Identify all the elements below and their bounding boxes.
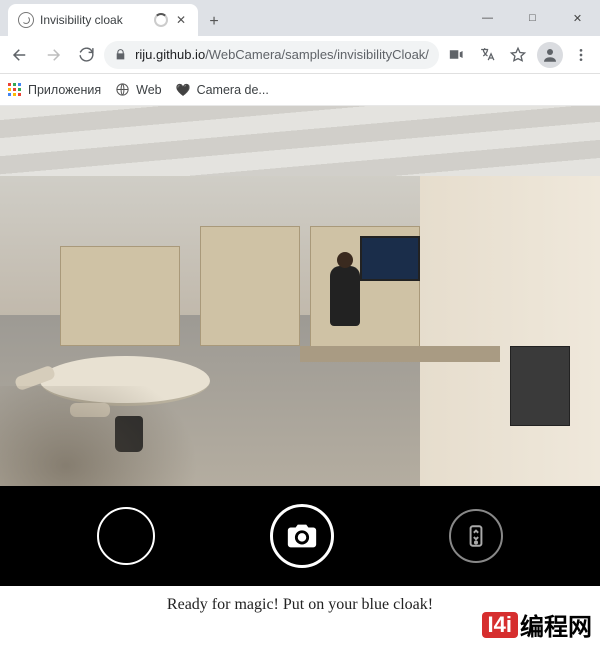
url-host: riju.github.io — [135, 47, 205, 62]
person-icon — [541, 46, 559, 64]
tab-close-button[interactable]: ✕ — [174, 13, 188, 27]
tab-loading-spinner-icon — [154, 13, 168, 27]
heart-icon: 🖤 — [176, 83, 191, 97]
nav-forward-button — [37, 39, 68, 71]
nav-reload-button[interactable] — [71, 39, 102, 71]
bookmark-apps-label: Приложения — [28, 83, 101, 97]
camera-permission-icon[interactable] — [441, 40, 470, 70]
arrow-left-icon — [11, 46, 29, 64]
camera-output-canvas — [0, 106, 600, 486]
bookmark-camera-demo[interactable]: 🖤 Camera de... — [176, 83, 269, 97]
bookmark-web[interactable]: Web — [115, 82, 161, 97]
status-message: Ready for magic! Put on your blue cloak! — [0, 590, 600, 614]
nav-back-button[interactable] — [4, 39, 35, 71]
browser-toolbar: riju.github.io/WebCamera/samples/invisib… — [0, 36, 600, 74]
window-minimize-button[interactable]: — — [465, 0, 510, 36]
bookmark-apps[interactable]: Приложения — [8, 83, 101, 97]
arrow-right-icon — [44, 46, 62, 64]
url-path: /WebCamera/samples/invisibilityCloak/ — [205, 47, 429, 62]
new-tab-button[interactable]: + — [200, 8, 228, 36]
switch-camera-icon — [463, 523, 489, 549]
camera-icon — [285, 519, 319, 553]
reload-icon — [78, 46, 95, 63]
bookmarks-bar: Приложения Web 🖤 Camera de... — [0, 74, 600, 106]
window-close-button[interactable]: ✕ — [555, 0, 600, 36]
url-text: riju.github.io/WebCamera/samples/invisib… — [135, 47, 429, 62]
tab-title: Invisibility cloak — [40, 13, 148, 27]
tab-favicon — [18, 12, 34, 28]
kebab-icon — [573, 47, 589, 63]
apps-grid-icon — [8, 83, 22, 97]
camera-control-bar — [0, 486, 600, 586]
page-content: Ready for magic! Put on your blue cloak!… — [0, 106, 600, 646]
address-bar[interactable]: riju.github.io/WebCamera/samples/invisib… — [104, 41, 439, 69]
globe-icon — [115, 82, 130, 97]
profile-avatar-button[interactable] — [537, 42, 562, 68]
window-controls: — □ ✕ — [465, 0, 600, 36]
bookmark-camdemo-label: Camera de... — [197, 83, 269, 97]
window-maximize-button[interactable]: □ — [510, 0, 555, 36]
lock-icon — [114, 48, 127, 61]
chrome-menu-button[interactable] — [567, 40, 596, 70]
bookmark-web-label: Web — [136, 83, 161, 97]
switch-camera-button[interactable] — [449, 509, 503, 563]
browser-titlebar: Invisibility cloak ✕ + — □ ✕ — [0, 0, 600, 36]
watermark-logo: I4i — [482, 612, 518, 638]
shutter-button[interactable] — [270, 504, 334, 568]
browser-tab[interactable]: Invisibility cloak ✕ — [8, 4, 198, 36]
bookmark-star-button[interactable] — [504, 40, 533, 70]
record-button[interactable] — [97, 507, 155, 565]
translate-icon[interactable] — [472, 40, 501, 70]
